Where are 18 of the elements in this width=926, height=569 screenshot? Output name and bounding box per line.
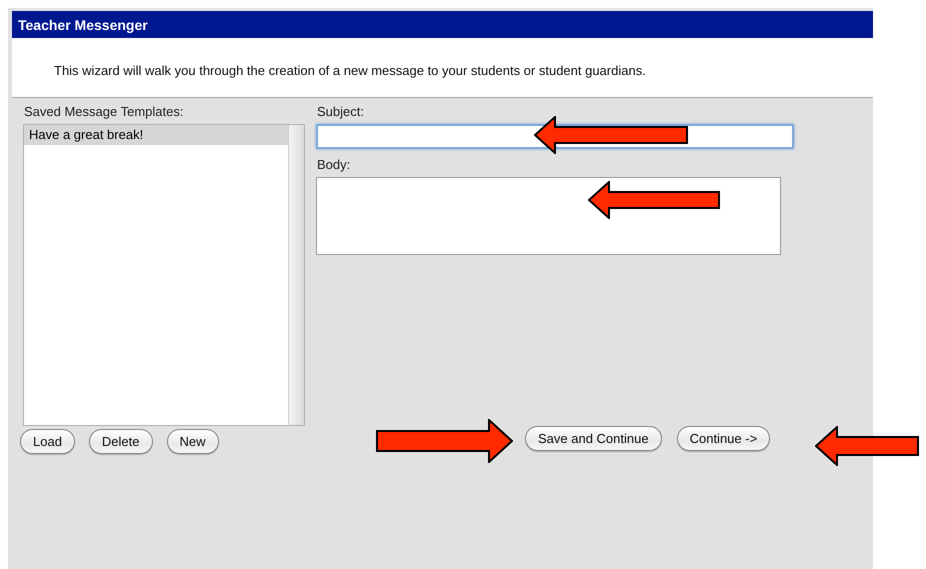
template-item[interactable]: Have a great break! (24, 125, 288, 145)
body-label: Body: (316, 157, 352, 174)
intro-text: This wizard will walk you through the creation of a new message to your students or student guardians. (54, 62, 646, 78)
action-button[interactable]: Save and Continue (525, 426, 662, 451)
arrow-icon (534, 116, 688, 154)
scrollbar[interactable] (288, 125, 304, 425)
window-title: Teacher Messenger (18, 16, 148, 32)
body-field[interactable] (316, 177, 781, 255)
template-button[interactable]: Delete (88, 429, 152, 454)
action-button[interactable]: Continue -> (676, 426, 770, 451)
arrow-icon (588, 181, 720, 219)
arrow-icon (376, 419, 513, 463)
templates-list[interactable]: Have a great break! (23, 124, 305, 426)
arrow-icon (815, 426, 919, 466)
templates-label: Saved Message Templates: (23, 104, 184, 121)
template-button[interactable]: New (166, 429, 219, 454)
subject-label: Subject: (316, 104, 365, 121)
template-button[interactable]: Load (20, 429, 75, 454)
